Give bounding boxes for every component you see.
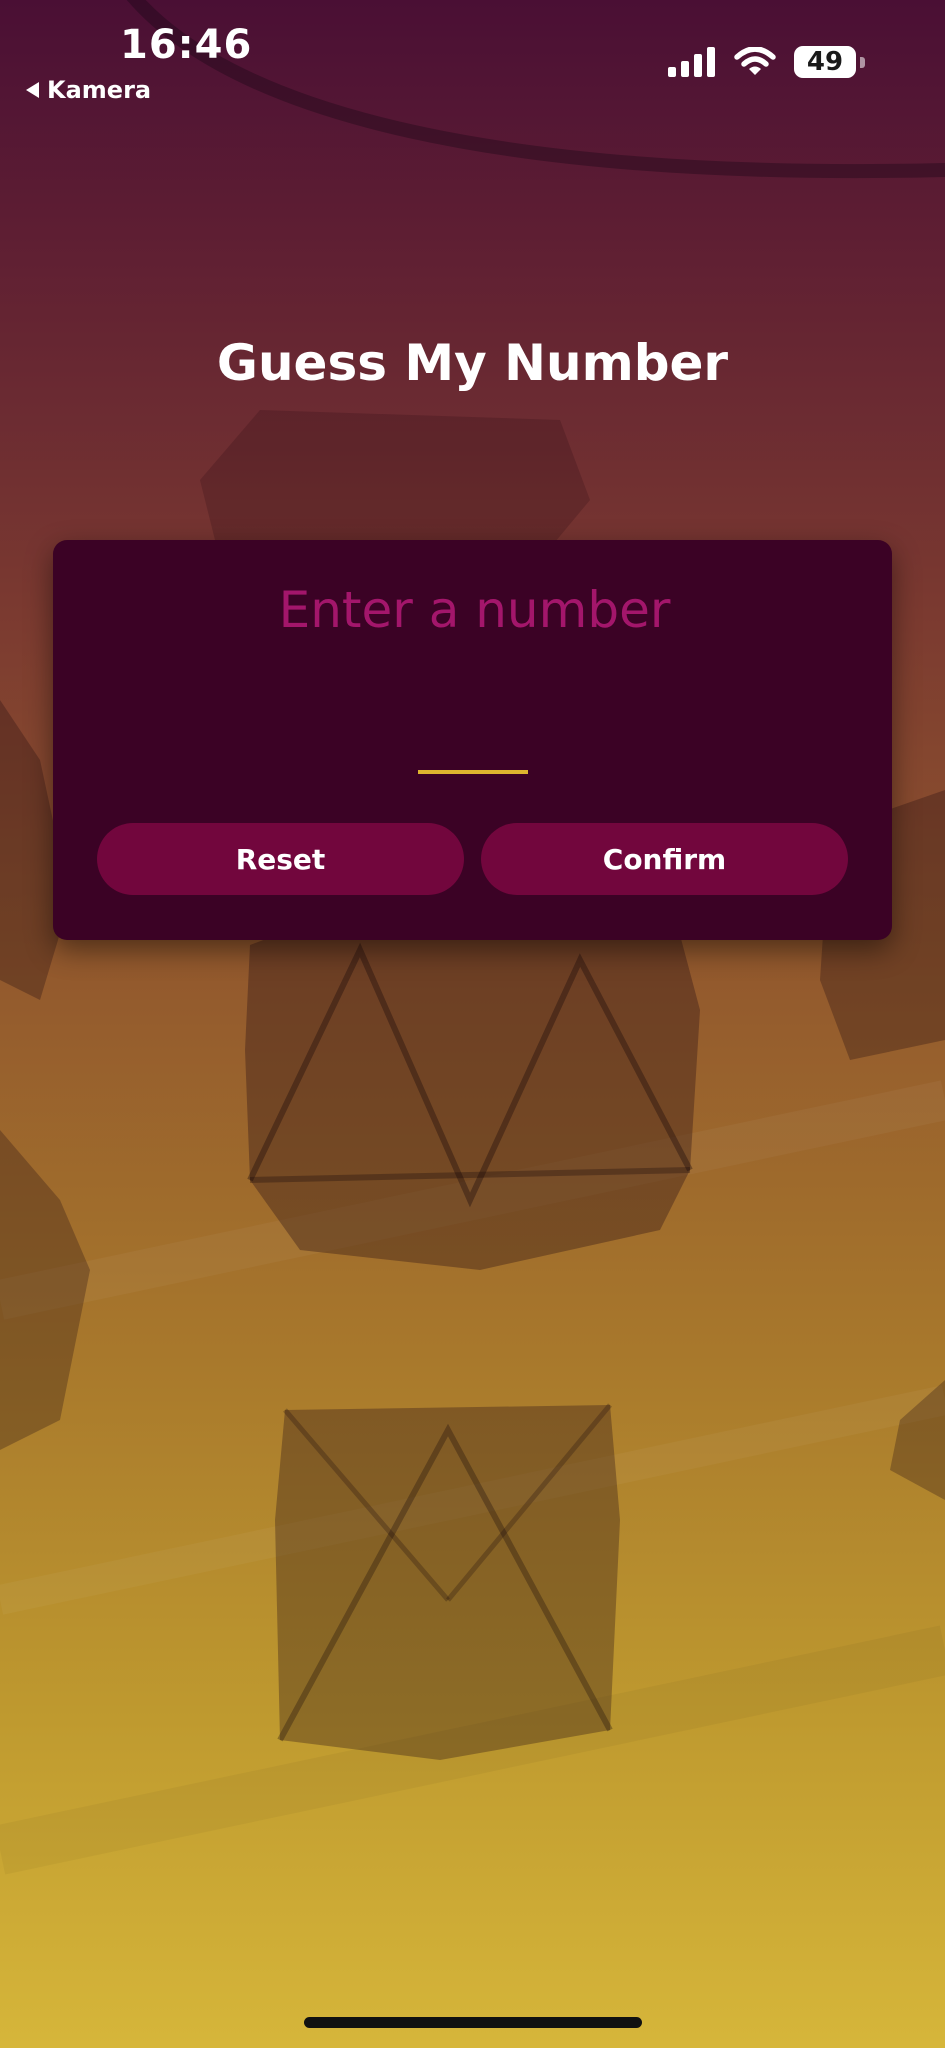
- cellular-signal-icon: [668, 47, 715, 77]
- battery-level: 49: [806, 47, 844, 77]
- confirm-button[interactable]: Confirm: [481, 823, 848, 895]
- page-title: Guess My Number: [216, 334, 729, 392]
- status-time: 16:46: [120, 22, 253, 68]
- status-icons: 49: [668, 46, 865, 78]
- battery-icon: 49: [794, 46, 856, 78]
- back-to-kamera-link[interactable]: Kamera: [26, 76, 151, 104]
- input-underline: [418, 770, 528, 774]
- battery-cap: [860, 56, 865, 68]
- wifi-icon: [734, 47, 776, 75]
- reset-button[interactable]: Reset: [97, 823, 464, 895]
- number-input-card: Reset Confirm: [53, 540, 896, 940]
- status-bar: 16:46 Kamera 49: [0, 0, 945, 110]
- number-input[interactable]: [53, 580, 896, 640]
- home-indicator[interactable]: [304, 2017, 642, 2028]
- back-link-label: Kamera: [47, 76, 152, 104]
- dice-background-image: [0, 0, 945, 2048]
- back-arrow-icon: [26, 82, 39, 98]
